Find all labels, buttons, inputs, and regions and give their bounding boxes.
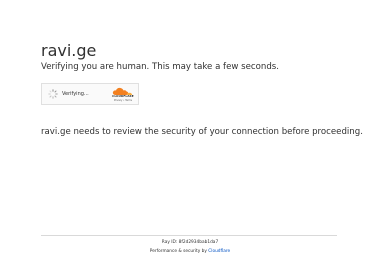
privacy-link[interactable]: Privacy	[114, 99, 122, 102]
challenge-page: ravi.ge Verifying you are human. This ma…	[0, 0, 380, 260]
verification-subtitle: Verifying you are human. This may take a…	[41, 62, 279, 72]
footer-divider	[41, 235, 337, 236]
widget-links: Privacy • Terms	[109, 99, 137, 102]
site-title: ravi.ge	[41, 41, 97, 60]
performance-footer: Performance & security by Cloudflare	[0, 249, 380, 255]
loading-spinner-icon	[48, 89, 58, 99]
cloudflare-brand-text: CLOUDFLARE	[112, 94, 134, 98]
ray-id: Ray ID: 8f2d2934bab1da7	[161, 240, 219, 245]
cloudflare-link[interactable]: Cloudflare	[208, 249, 230, 254]
terms-link[interactable]: Terms	[125, 99, 132, 102]
verifying-status-text: Verifying...	[62, 91, 89, 97]
turnstile-widget[interactable]: Verifying... CLOUDFLARE Privacy • Terms	[41, 83, 139, 105]
security-review-text: ravi.ge needs to review the security of …	[41, 127, 363, 137]
performance-prefix: Performance & security by	[149, 249, 209, 254]
